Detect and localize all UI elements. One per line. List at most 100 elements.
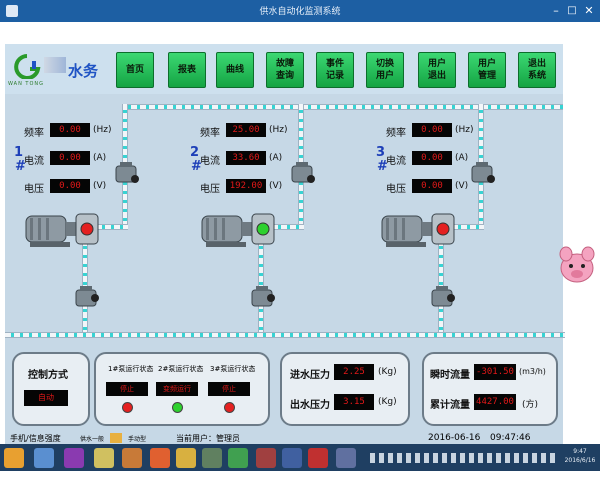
valve-lower-1-icon[interactable] <box>73 286 99 310</box>
pump-1-voltage-unit: (V) <box>93 181 107 191</box>
outlet-stub-1 <box>96 224 128 230</box>
nav-event-log-button[interactable]: 事件 记录 <box>316 52 354 88</box>
pump-3-voltage-unit: (V) <box>455 181 469 191</box>
current-user-value: 管理员 <box>216 434 240 443</box>
nav-exit-button[interactable]: 退出 系统 <box>518 52 556 88</box>
taskbar-app-icon[interactable] <box>34 448 54 468</box>
close-button[interactable]: ✕ <box>581 3 597 18</box>
pump-2-status-label: 2#泵运行状态 <box>158 365 204 373</box>
pump-2-freq-label: 频率 <box>200 128 220 139</box>
nav-logout-button[interactable]: 用户 退出 <box>418 52 456 88</box>
valve-upper-2-icon[interactable] <box>289 162 315 186</box>
tray-clock[interactable]: 9:47 2016/6/16 <box>560 447 600 465</box>
pump-2-current-label: 电流 <box>200 156 220 167</box>
outlet-pressure-value: 3.15 <box>334 394 374 410</box>
taskbar-app-icon[interactable] <box>308 448 328 468</box>
window-title: 供水自动化监测系统 <box>259 7 341 17</box>
pump-1-number: 1 <box>14 145 24 160</box>
pump-1-motor-icon[interactable] <box>24 210 100 250</box>
inlet-pressure-unit: (Kg) <box>378 367 397 377</box>
total-flow-value: 4427.00 <box>474 394 516 410</box>
outlet-stub-2 <box>272 224 304 230</box>
signal-strength-label: 手机/信息强度 <box>10 434 61 443</box>
nav-fault-query-button[interactable]: 故障 查询 <box>266 52 304 88</box>
start-button[interactable] <box>4 448 24 468</box>
taskbar-app-icon[interactable] <box>282 448 302 468</box>
status-mid-2: 手动型 <box>128 436 147 443</box>
pump-1-freq-unit: (Hz) <box>93 125 112 135</box>
instant-flow-label: 瞬时流量 <box>430 370 470 381</box>
pump-3-freq-unit: (Hz) <box>455 125 474 135</box>
pump-3-motor-icon[interactable] <box>380 210 456 250</box>
valve-upper-3-icon[interactable] <box>469 162 495 186</box>
pig-mascot-icon <box>559 246 595 283</box>
nav-user-manage-button[interactable]: 用户 管理 <box>468 52 506 88</box>
control-mode-value[interactable]: 自动 <box>24 390 68 406</box>
nav-report-button[interactable]: 报表 <box>168 52 206 88</box>
logo-brand: 水务 <box>68 62 99 80</box>
pump-3-current-value: 0.00 <box>412 151 452 165</box>
pump-1-current-label: 电流 <box>24 156 44 167</box>
pump-2-number: 2 <box>190 145 200 160</box>
status-mid-1: 供水一般 <box>80 436 105 443</box>
pump-2-voltage-label: 电压 <box>200 184 220 195</box>
status-time: 09:47:46 <box>490 433 531 443</box>
taskbar-app-icon[interactable] <box>122 448 142 468</box>
pump-2-motor-icon[interactable] <box>200 210 276 250</box>
taskbar-app-icon[interactable] <box>202 448 222 468</box>
top-pipe <box>122 104 563 110</box>
nav-curve-button[interactable]: 曲线 <box>216 52 254 88</box>
system-tray-icons[interactable] <box>370 453 556 463</box>
logo-graphic <box>44 57 66 73</box>
bottom-pipe <box>5 332 565 338</box>
valve-upper-1-icon[interactable] <box>113 162 139 186</box>
taskbar-app-icon[interactable] <box>228 448 248 468</box>
control-mode-card <box>12 352 90 426</box>
pump-2-current-unit: (A) <box>269 153 283 163</box>
pump-2-voltage-unit: (V) <box>269 181 283 191</box>
inlet-pressure-label: 进水压力 <box>290 370 330 381</box>
tray-clock-date: 2016/6/16 <box>564 457 596 464</box>
pump-3-freq-value: 0.00 <box>412 123 452 137</box>
pump-1-freq-value: 0.00 <box>50 123 90 137</box>
pump-2-status-value: 变频运行 <box>156 382 198 396</box>
taskbar-app-icon[interactable] <box>94 448 114 468</box>
valve-lower-2-icon[interactable] <box>249 286 275 310</box>
taskbar-app-icon[interactable] <box>336 448 356 468</box>
nav-switch-user-button[interactable]: 切换 用户 <box>366 52 404 88</box>
logo-subtitle: WAN TONG <box>8 81 45 87</box>
pump-2-voltage-value: 192.00 <box>226 179 266 193</box>
pump-1-status-label: 1#泵运行状态 <box>108 365 154 373</box>
inlet-pressure-value: 2.25 <box>334 364 374 380</box>
taskbar-app-icon[interactable] <box>256 448 276 468</box>
outlet-pressure-label: 出水压力 <box>290 400 330 411</box>
instant-flow-value: -301.50 <box>474 364 516 380</box>
instant-flow-unit: (m3/h) <box>519 367 546 376</box>
folder-icon[interactable] <box>176 448 196 468</box>
status-date: 2016-06-16 <box>428 433 481 443</box>
pump-2-freq-unit: (Hz) <box>269 125 288 135</box>
pump-3-current-unit: (A) <box>455 153 469 163</box>
current-user-label: 当前用户： <box>176 434 216 443</box>
status-icon <box>110 433 122 443</box>
pump-3-freq-label: 频率 <box>386 128 406 139</box>
browser-icon[interactable] <box>150 448 170 468</box>
control-mode-title: 控制方式 <box>28 370 68 381</box>
pump-3-current-label: 电流 <box>386 156 406 167</box>
pump-2-freq-value: 25.00 <box>226 123 266 137</box>
minimize-button[interactable]: – <box>548 3 564 18</box>
pump-1-freq-label: 频率 <box>24 128 44 139</box>
pump-1-voltage-value: 0.00 <box>50 179 90 193</box>
logo-icon <box>14 54 41 79</box>
nav-home-button[interactable]: 首页 <box>116 52 154 88</box>
pump-3-status-lamp <box>224 402 235 413</box>
total-flow-label: 累计流量 <box>430 400 470 411</box>
pump-1-status-lamp <box>122 402 133 413</box>
taskbar-app-icon[interactable] <box>64 448 84 468</box>
outlet-stub-3 <box>452 224 484 230</box>
pump-2-current-value: 33.60 <box>226 151 266 165</box>
pump-3-voltage-label: 电压 <box>386 184 406 195</box>
pump-1-voltage-label: 电压 <box>24 184 44 195</box>
maximize-button[interactable]: □ <box>564 3 580 18</box>
valve-lower-3-icon[interactable] <box>429 286 455 310</box>
